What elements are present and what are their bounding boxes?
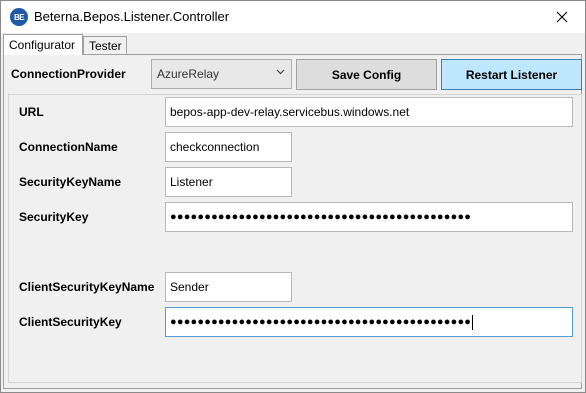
connection-provider-value: AzureRelay bbox=[157, 67, 220, 81]
connection-provider-label: ConnectionProvider bbox=[11, 67, 126, 81]
security-key-name-value: Listener bbox=[170, 175, 213, 189]
close-button[interactable] bbox=[539, 1, 585, 33]
security-key-name-label: SecurityKeyName bbox=[19, 175, 122, 189]
client-security-key-name-label: ClientSecurityKeyName bbox=[19, 280, 155, 294]
security-key-label: SecurityKey bbox=[19, 210, 89, 224]
tab-tester[interactable]: Tester bbox=[83, 36, 127, 54]
chevron-down-icon bbox=[276, 69, 285, 75]
window-title: Beterna.Bepos.Listener.Controller bbox=[34, 9, 230, 24]
client-security-key-name-value: Sender bbox=[170, 280, 209, 294]
connection-name-label: ConnectionName bbox=[19, 140, 118, 154]
text-caret bbox=[472, 314, 474, 330]
url-field[interactable]: bepos-app-dev-relay.servicebus.windows.n… bbox=[165, 97, 573, 127]
restart-listener-button[interactable]: Restart Listener bbox=[441, 59, 582, 90]
security-key-masked-value: ●●●●●●●●●●●●●●●●●●●●●●●●●●●●●●●●●●●●●●●●… bbox=[170, 211, 472, 223]
connection-provider-select[interactable]: AzureRelay bbox=[151, 59, 292, 89]
title-bar[interactable]: BE Beterna.Bepos.Listener.Controller bbox=[1, 1, 585, 33]
close-icon bbox=[556, 11, 568, 23]
client-security-key-name-field[interactable]: Sender bbox=[165, 272, 292, 302]
client-security-key-field[interactable]: ●●●●●●●●●●●●●●●●●●●●●●●●●●●●●●●●●●●●●●●●… bbox=[165, 307, 573, 337]
security-key-name-field[interactable]: Listener bbox=[165, 167, 292, 197]
url-label: URL bbox=[19, 105, 44, 119]
app-window: BE Beterna.Bepos.Listener.Controller Con… bbox=[0, 0, 586, 393]
security-key-field[interactable]: ●●●●●●●●●●●●●●●●●●●●●●●●●●●●●●●●●●●●●●●●… bbox=[165, 202, 573, 232]
url-value: bepos-app-dev-relay.servicebus.windows.n… bbox=[170, 105, 410, 119]
connection-name-value: checkconnection bbox=[170, 140, 260, 154]
client-security-key-masked-value: ●●●●●●●●●●●●●●●●●●●●●●●●●●●●●●●●●●●●●●●●… bbox=[170, 316, 472, 328]
save-config-button[interactable]: Save Config bbox=[296, 59, 437, 90]
beterna-logo-icon: BE bbox=[10, 8, 28, 26]
connection-name-field[interactable]: checkconnection bbox=[165, 132, 292, 162]
tab-configurator[interactable]: Configurator bbox=[3, 34, 83, 55]
client-security-key-label: ClientSecurityKey bbox=[19, 315, 122, 329]
connection-settings-panel bbox=[8, 94, 582, 383]
